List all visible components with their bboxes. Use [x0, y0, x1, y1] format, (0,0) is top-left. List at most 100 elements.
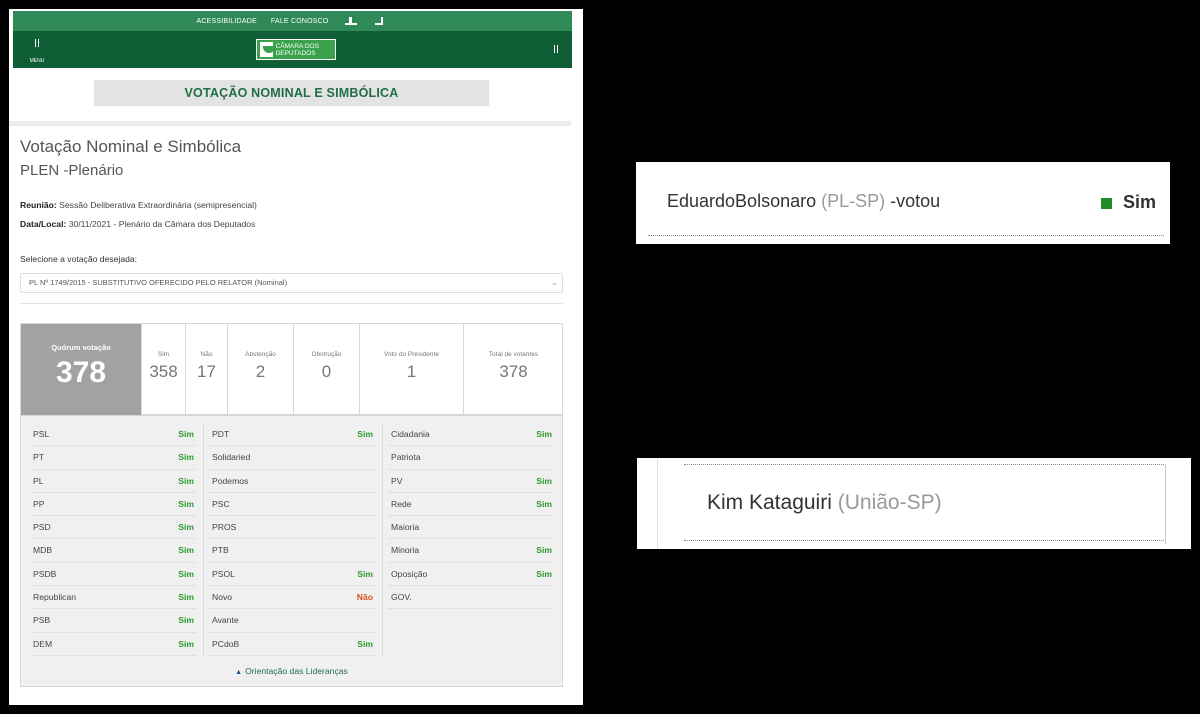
page-subtitle: PLEN -Plenário: [20, 162, 124, 179]
dotted-divider: [648, 235, 1164, 236]
party-vote: Sim: [357, 429, 373, 439]
vote-stats: Quórum votação 378 Sim 358 Não 17 Absten…: [20, 323, 563, 415]
party-row: PSL Sim: [30, 423, 196, 447]
party-row: PSD Sim: [30, 516, 196, 540]
party-row: Patriota: [388, 446, 554, 470]
vote-snippet-eduardo: EduardoBolsonaro (PL-SP) -votou Sim: [636, 162, 1170, 244]
vote-snippet-kim: Kim Kataguiri (União-SP): [637, 458, 1191, 549]
party-row: PL Sim: [30, 470, 196, 493]
party-name: Patriota: [391, 452, 421, 463]
stat-obstrucao: Obstrução 0: [293, 324, 359, 415]
divider: [1165, 464, 1166, 544]
stat-value: 2: [255, 362, 266, 381]
column-divider: [203, 423, 204, 656]
party-vote: Sim: [536, 498, 552, 509]
stat-label: Obstrução: [311, 351, 342, 358]
camara-logo[interactable]: CÂMARA DOS DEPUTADOS: [256, 39, 336, 60]
divider: [20, 303, 563, 304]
party-name: PSB: [33, 615, 51, 626]
date-label: Data/Local:: [20, 219, 67, 229]
party-vote: Sim: [536, 568, 552, 579]
logo-text: CÂMARA DOS DEPUTADOS: [275, 42, 319, 57]
stat-value: 358: [149, 362, 178, 381]
party-row: PSDB Sim: [30, 563, 196, 587]
deputy-party: (PL-SP): [821, 191, 886, 211]
deputy-vote: Sim: [1123, 192, 1157, 212]
party-column-2: PDT Sim Solidaried Podemos PSC PROS PTB PSOL Sim…: [209, 423, 375, 656]
stat-label: Sim: [157, 351, 170, 358]
party-name: Maioria: [391, 522, 420, 533]
exit-icon[interactable]: [373, 17, 389, 25]
date-info: Data/Local: 30/11/2021 - Plenário da Câm…: [20, 219, 255, 229]
party-name: PDT: [212, 429, 230, 439]
party-name: PT: [33, 452, 44, 463]
party-name: Novo: [212, 592, 233, 603]
party-name: Oposição: [391, 568, 428, 579]
dotted-divider: [684, 464, 1164, 465]
party-row: Novo Não: [209, 586, 375, 610]
deputy-party: (União-SP): [837, 491, 942, 514]
menu-label: MENU: [29, 58, 45, 64]
orientation-link-label: Orientação das Lideranças: [245, 666, 348, 676]
party-vote: Sim: [536, 545, 552, 556]
stat-voto-presidente: Voto do Presidente 1: [359, 324, 463, 415]
meeting-label: Reunião:: [20, 200, 57, 210]
party-row: Minoria Sim: [388, 539, 554, 563]
party-vote: Sim: [536, 429, 552, 439]
party-row: PSOL Sim: [209, 563, 375, 587]
party-vote: Sim: [357, 638, 373, 649]
party-name: PSC: [212, 498, 230, 509]
page-title: Votação Nominal e Simbólica: [20, 137, 242, 156]
stat-value: 1: [406, 362, 417, 381]
top-utility-bar: ACESSIBILIDADE FALE CONOSCO: [13, 11, 572, 31]
party-vote: Sim: [178, 638, 194, 649]
party-column-3: Cidadania Sim Patriota PV Sim Rede Sim Maioria M…: [388, 423, 554, 610]
contact-link[interactable]: FALE CONOSCO: [271, 18, 329, 25]
triangle-up-icon: ▲: [235, 669, 243, 676]
meeting-info: Reunião: Sessão Deliberativa Extraordiná…: [20, 200, 257, 210]
party-row: PCdoB Sim: [209, 633, 375, 656]
party-vote: Sim: [178, 429, 194, 439]
accessibility-link[interactable]: ACESSIBILIDADE: [196, 18, 256, 25]
party-row: PSB Sim: [30, 609, 196, 633]
party-name: DEM: [33, 638, 53, 649]
stat-label: Voto do Presidente: [384, 351, 439, 358]
voted-label: -votou: [885, 191, 941, 211]
stat-label: Abstenção: [245, 351, 276, 358]
party-name: PCdoB: [212, 638, 240, 649]
party-name: Republican: [33, 592, 76, 603]
party-row: Solidaried: [209, 446, 375, 470]
party-name: PSL: [33, 429, 50, 439]
vote-select-value: PL Nº 1749/2015 - SUBSTITUTIVO OFERECIDO…: [29, 278, 288, 287]
orientation-link[interactable]: ▲ Orientação das Lideranças: [21, 666, 562, 676]
accessibility-icon[interactable]: [343, 17, 359, 25]
party-row: PROS: [209, 516, 375, 540]
deputy-name: EduardoBolsonaro: [667, 191, 817, 211]
party-name: Solidaried: [212, 452, 251, 463]
party-name: MDB: [33, 545, 53, 556]
quorum-box: Quórum votação 378: [21, 324, 141, 415]
party-row: PT Sim: [30, 446, 196, 470]
divider: [657, 458, 658, 549]
select-label: Selecione a votação desejada:: [20, 254, 138, 264]
party-name: Avante: [212, 615, 239, 626]
party-vote: Sim: [178, 475, 194, 486]
party-row: MDB Sim: [30, 539, 196, 563]
party-vote: Sim: [178, 592, 194, 603]
party-name: PP: [33, 498, 45, 509]
divider: [9, 121, 571, 126]
party-orientation-panel: PSL Sim PT Sim PL Sim PP Sim PSD Sim MDB Sim PSDB Sim…: [20, 415, 563, 687]
column-divider: [382, 423, 383, 656]
deputy-name: Kim Kataguiri: [707, 491, 832, 514]
search-icon[interactable]: [554, 45, 558, 53]
party-vote: Sim: [178, 452, 194, 463]
party-column-1: PSL Sim PT Sim PL Sim PP Sim PSD Sim MDB Sim PSDB Sim…: [30, 423, 196, 656]
party-row: Maioria: [388, 516, 554, 540]
party-name: PROS: [212, 522, 237, 533]
party-row: Oposição Sim: [388, 563, 554, 587]
party-name: PSD: [33, 522, 51, 533]
menu-button[interactable]: MENU: [27, 39, 47, 67]
party-name: PL: [33, 475, 44, 486]
dotted-divider: [684, 540, 1164, 541]
vote-select[interactable]: PL Nº 1749/2015 - SUBSTITUTIVO OFERECIDO…: [20, 273, 563, 293]
